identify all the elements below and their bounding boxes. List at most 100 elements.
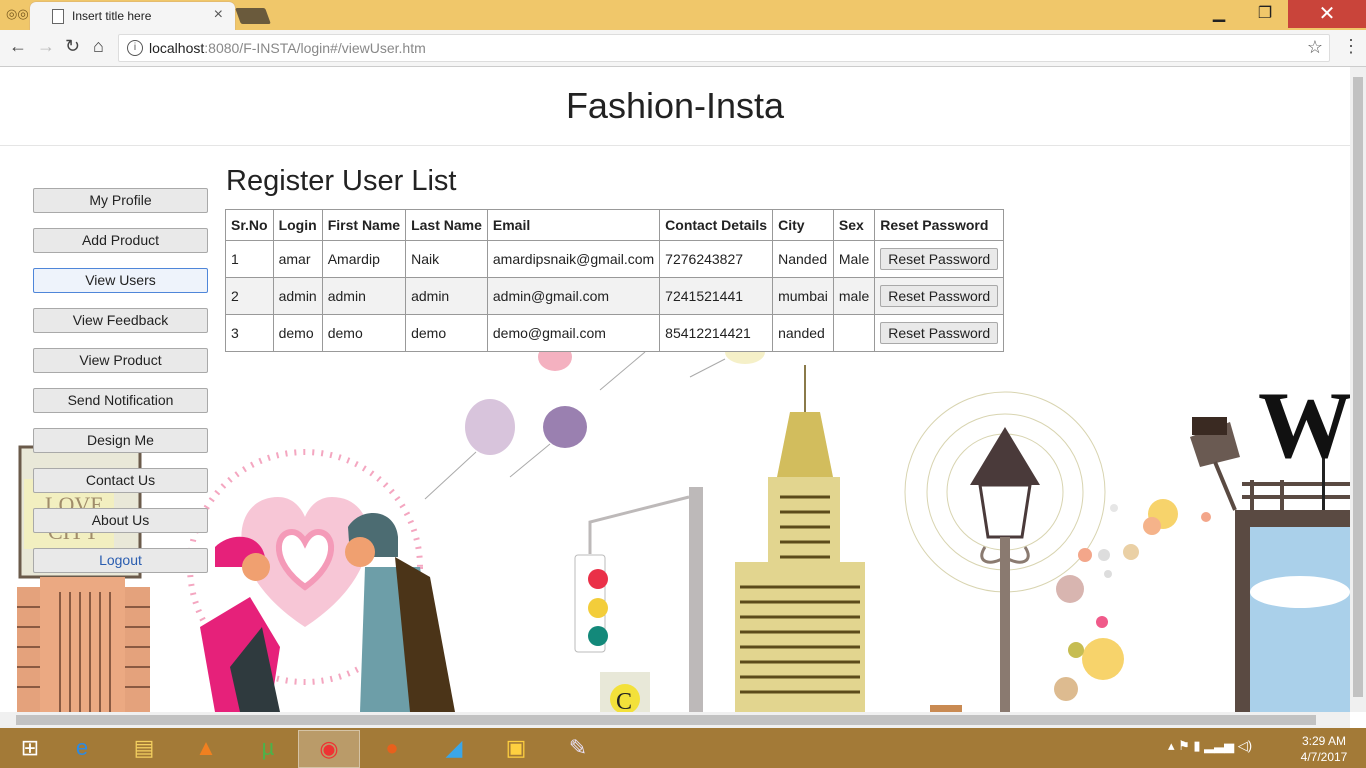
vlc-icon[interactable]: ▲ xyxy=(176,730,236,766)
close-window-button[interactable]: ✕ xyxy=(1288,0,1366,28)
cell-login: admin xyxy=(272,277,323,315)
column-header: Contact Details xyxy=(659,209,774,241)
view-product-button[interactable]: View Product xyxy=(33,348,208,373)
browser-titlebar: ◎◎ Insert title here × ▁ ❐ ✕ xyxy=(0,0,1366,30)
cell-contact: 7241521441 xyxy=(659,277,774,315)
table-header-row: Sr.No Login First Name Last Name Email C… xyxy=(225,209,1005,241)
incognito-icon: ◎◎ xyxy=(6,6,29,21)
reset-password-button[interactable]: Reset Password xyxy=(880,285,999,307)
column-header: Sex xyxy=(832,209,876,241)
page-icon xyxy=(52,9,64,24)
vertical-scrollbar[interactable] xyxy=(1350,67,1366,712)
url-path: :8080/F-INSTA/login#/viewUser.htm xyxy=(204,40,426,56)
home-icon[interactable]: ⌂ xyxy=(93,36,104,57)
cell-srno: 3 xyxy=(225,314,274,352)
column-header: City xyxy=(772,209,834,241)
column-header: First Name xyxy=(321,209,407,241)
clock-date: 4/7/2017 xyxy=(1300,750,1348,764)
site-title: Fashion-Insta xyxy=(565,85,785,126)
utorrent-icon[interactable]: µ xyxy=(238,730,298,766)
contact-us-button[interactable]: Contact Us xyxy=(33,468,208,493)
column-header: Sr.No xyxy=(225,209,274,241)
paint-icon[interactable]: ✎ xyxy=(548,730,608,766)
dolphin-icon[interactable]: ◢ xyxy=(424,730,484,766)
cell-sex xyxy=(832,314,876,352)
reset-password-button[interactable]: Reset Password xyxy=(880,248,999,270)
column-header: Login xyxy=(272,209,323,241)
cell-last-name: admin xyxy=(405,277,488,315)
windows-taskbar: ⊞ e ▤ ▲ µ ◉ ● ◢ ▣ ✎ ▴ ⚑ ▮ ▂▃▅ ◁) 3:29 AM… xyxy=(0,728,1366,768)
site-header: Fashion-Insta xyxy=(0,67,1350,146)
address-bar[interactable]: i localhost:8080/F-INSTA/login#/viewUser… xyxy=(118,34,1330,62)
url-text: localhost:8080/F-INSTA/login#/viewUser.h… xyxy=(149,40,426,56)
cell-login: demo xyxy=(272,314,323,352)
cell-contact: 7276243827 xyxy=(659,240,774,278)
table-row: 2 admin admin admin admin@gmail.com 7241… xyxy=(225,277,1005,315)
cell-srno: 1 xyxy=(225,240,274,278)
cell-login: amar xyxy=(272,240,323,278)
coffee-sign-letter: C xyxy=(616,689,632,712)
bookmark-star-icon[interactable]: ☆ xyxy=(1307,37,1323,58)
logout-button[interactable]: Logout xyxy=(33,548,208,573)
page-content: LOVE CITY xyxy=(0,67,1350,712)
view-feedback-button[interactable]: View Feedback xyxy=(33,308,208,333)
maximize-button[interactable]: ❐ xyxy=(1242,0,1288,28)
new-tab-button[interactable] xyxy=(235,8,271,24)
sign-letter: W xyxy=(1258,372,1350,478)
cell-city: nanded xyxy=(772,314,834,352)
minimize-button[interactable]: ▁ xyxy=(1196,0,1242,28)
column-header: Email xyxy=(486,209,661,241)
cell-city: Nanded xyxy=(772,240,834,278)
cell-first-name: Amardip xyxy=(321,240,407,278)
column-header: Last Name xyxy=(405,209,488,241)
back-icon[interactable]: ← xyxy=(9,36,27,57)
file-explorer-icon[interactable]: ▤ xyxy=(114,730,174,766)
clock[interactable]: 3:29 AM 4/7/2017 xyxy=(1294,733,1354,765)
cell-email: amardipsnaik@gmail.com xyxy=(486,240,661,278)
my-profile-button[interactable]: My Profile xyxy=(33,188,208,213)
eclipse-icon[interactable]: ▣ xyxy=(486,730,546,766)
cell-contact: 85412214421 xyxy=(659,314,774,352)
table-row: 1 amar Amardip Naik amardipsnaik@gmail.c… xyxy=(225,240,1005,278)
firefox-icon[interactable]: ● xyxy=(362,730,422,766)
cell-sex: Male xyxy=(832,240,876,278)
clock-time: 3:29 AM xyxy=(1301,734,1347,748)
internet-explorer-icon[interactable]: e xyxy=(52,730,112,766)
user-table: Sr.No Login First Name Last Name Email C… xyxy=(225,209,1005,352)
table-row: 3 demo demo demo demo@gmail.com 85412214… xyxy=(225,314,1005,352)
view-users-button[interactable]: View Users xyxy=(33,268,208,293)
info-icon[interactable]: i xyxy=(127,40,143,56)
cell-srno: 2 xyxy=(225,277,274,315)
cell-reset: Reset Password xyxy=(874,277,1005,315)
url-host: localhost xyxy=(149,40,205,56)
page-heading: Register User List xyxy=(226,165,457,197)
column-header: Reset Password xyxy=(874,209,1005,241)
start-icon[interactable]: ⊞ xyxy=(0,730,60,766)
forward-icon[interactable]: → xyxy=(37,36,55,57)
cell-last-name: demo xyxy=(405,314,488,352)
tab-title: Insert title here xyxy=(72,9,152,23)
cell-city: mumbai xyxy=(772,277,834,315)
cell-sex: male xyxy=(832,277,876,315)
reload-icon[interactable]: ↻ xyxy=(65,36,80,57)
design-me-button[interactable]: Design Me xyxy=(33,428,208,453)
reset-password-button[interactable]: Reset Password xyxy=(880,322,999,344)
horizontal-scrollbar[interactable] xyxy=(0,712,1350,728)
about-us-button[interactable]: About Us xyxy=(33,508,208,533)
tab-close-icon[interactable]: × xyxy=(214,6,223,24)
cell-email: demo@gmail.com xyxy=(486,314,661,352)
cell-first-name: admin xyxy=(321,277,407,315)
browser-toolbar: ← → ↻ ⌂ i localhost:8080/F-INSTA/login#/… xyxy=(0,30,1366,67)
vertical-scroll-thumb[interactable] xyxy=(1353,77,1363,697)
cell-reset: Reset Password xyxy=(874,240,1005,278)
horizontal-scroll-thumb[interactable] xyxy=(16,715,1316,725)
chrome-icon[interactable]: ◉ xyxy=(298,730,360,768)
cell-last-name: Naik xyxy=(405,240,488,278)
menu-icon[interactable]: ⋮ xyxy=(1342,36,1360,57)
send-notification-button[interactable]: Send Notification xyxy=(33,388,208,413)
sidebar-nav: My Profile Add Product View Users View F… xyxy=(33,188,208,588)
cell-email: admin@gmail.com xyxy=(486,277,661,315)
add-product-button[interactable]: Add Product xyxy=(33,228,208,253)
browser-tab[interactable]: Insert title here × xyxy=(30,2,235,30)
system-tray[interactable]: ▴ ⚑ ▮ ▂▃▅ ◁) xyxy=(1168,738,1252,754)
